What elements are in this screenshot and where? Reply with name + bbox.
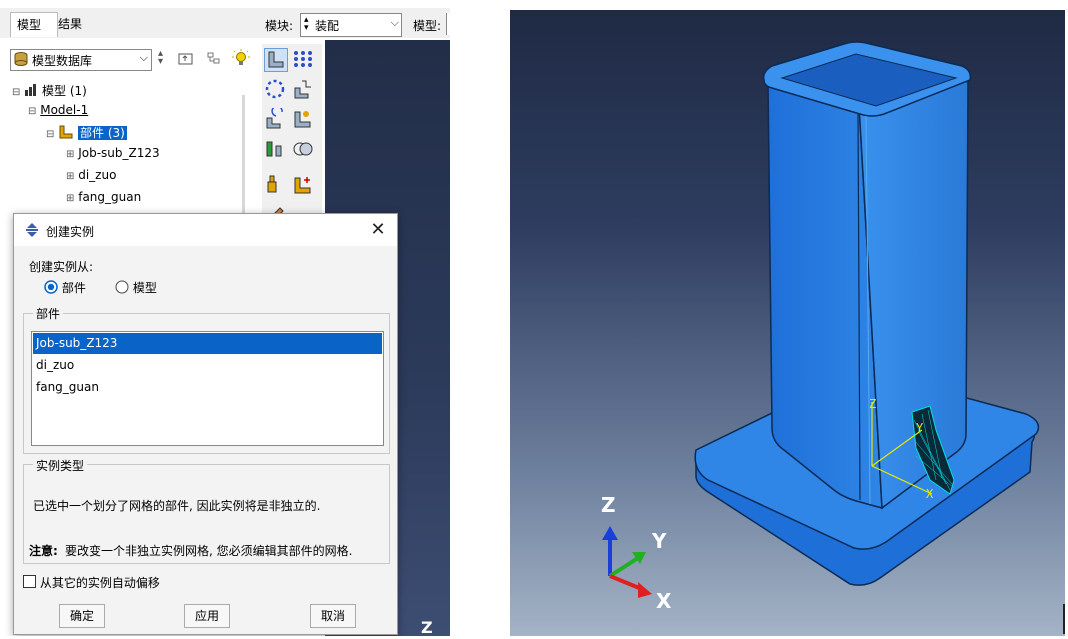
dialog-title-bar[interactable]: 创建实例 ✕	[14, 214, 397, 246]
module-label: 模块:	[265, 19, 294, 33]
tree-root-label: 模型 (1)	[42, 84, 87, 98]
collapse-icon: ⊟	[28, 106, 37, 117]
tree-part-item[interactable]: ⊞ di_zuo	[66, 168, 116, 182]
tree-up-icon[interactable]	[178, 51, 194, 68]
chevron-down-icon: ⌵	[139, 51, 148, 64]
tree-part-label: di_zuo	[78, 168, 117, 182]
tab-model[interactable]: 模型	[10, 12, 58, 37]
instance-part-tool-icon[interactable]	[264, 48, 288, 72]
radio-part-label: 部件	[61, 281, 86, 295]
viewport-right[interactable]: Z Y X Z Y X	[510, 10, 1065, 636]
spin-icon: ▴ ▾	[304, 15, 309, 33]
pattern-tool-icon[interactable]	[292, 48, 314, 70]
expand-icon: ⊞	[66, 171, 75, 182]
close-icon[interactable]: ✕	[367, 219, 389, 241]
tree-model[interactable]: ⊟ Model-1	[28, 103, 88, 117]
boolean-tool-icon[interactable]	[292, 138, 314, 160]
toolbox	[262, 44, 322, 224]
collapse-icon: ⊟	[46, 129, 55, 140]
list-item[interactable]: di_zuo	[33, 355, 382, 376]
part-icon	[58, 125, 74, 139]
database-icon	[14, 52, 28, 66]
triad-y-label: Y	[651, 529, 667, 553]
instance-type-info: 已选中一个划分了网格的部件, 因此实例将是非独立的.	[33, 499, 321, 513]
constraint-tool-icon[interactable]	[264, 174, 286, 196]
triad-z-label: Z	[601, 493, 616, 517]
cancel-button[interactable]: 取消	[310, 604, 356, 628]
parts-group-label: 部件	[33, 305, 64, 322]
radio-unselected-icon	[115, 280, 129, 294]
sort-arrows-icon[interactable]: ▴ ▾	[158, 49, 163, 67]
merge-tool-icon[interactable]	[264, 138, 286, 160]
lightbulb-icon[interactable]	[232, 49, 250, 70]
tree-parts-node[interactable]: ⊟ 部件 (3)	[46, 124, 127, 141]
expand-icon: ⊞	[66, 193, 75, 204]
model-tree-panel: 模型 结果 模块: ▴ ▾ 装配 ⌵ 模型: 模型数据库 ⌵ ▴ ▾ ⊟ 模型 (1…	[0, 0, 450, 636]
tree-filter-icon[interactable]	[206, 51, 222, 68]
radio-model-label: 模型	[132, 281, 157, 295]
tree-root[interactable]: ⊟ 模型 (1)	[12, 82, 87, 99]
model-label: 模型:	[413, 19, 442, 33]
radio-part[interactable]: 部件	[44, 279, 86, 296]
create-from-label: 创建实例从:	[29, 260, 94, 274]
parts-list: Job-sub_Z123 di_zuo fang_guan	[31, 331, 384, 446]
dialog-title: 创建实例	[46, 225, 95, 239]
tab-results[interactable]: 结果	[52, 12, 88, 36]
expand-icon: ⊞	[66, 149, 75, 160]
tree-model-label: Model-1	[40, 103, 89, 117]
module-select[interactable]: ▴ ▾ 装配 ⌵	[300, 13, 402, 37]
model-tree-icon	[24, 84, 38, 96]
tree-part-label: fang_guan	[78, 190, 142, 204]
note-text: 要改变一个非独立实例网格, 您必须编辑其部件的网格.	[65, 544, 353, 558]
auto-offset-checkbox[interactable]: 从其它的实例自动偏移	[23, 574, 160, 591]
note-prefix: 注意:	[29, 544, 58, 558]
radio-model[interactable]: 模型	[115, 279, 157, 296]
tree-part-item[interactable]: ⊞ Job-sub_Z123	[66, 146, 160, 160]
global-axis-triad: Z Y X	[601, 493, 672, 613]
radial-pattern-tool-icon[interactable]	[264, 78, 286, 100]
tree-scrollbar[interactable]	[242, 95, 245, 215]
create-instance-dialog: 创建实例 ✕ 创建实例从: 部件 模型 部件 Job-sub_Z123 di_z…	[13, 213, 398, 635]
dialog-app-icon	[24, 222, 40, 241]
position-tool-icon[interactable]	[292, 108, 314, 130]
window-edge	[1063, 604, 1065, 634]
database-select[interactable]: 模型数据库 ⌵	[10, 49, 152, 71]
module-value: 装配	[315, 19, 340, 33]
part-axis-y-label: Y	[916, 421, 924, 435]
coincident-tool-icon[interactable]	[292, 174, 314, 196]
auto-offset-label: 从其它的实例自动偏移	[39, 576, 160, 590]
list-item[interactable]: fang_guan	[33, 377, 382, 398]
radio-selected-icon	[44, 280, 58, 294]
part-axis-z-label: Z	[869, 397, 876, 411]
assembly-model: Z Y X Z Y X	[601, 41, 1040, 613]
rotate-tool-icon[interactable]	[264, 105, 286, 130]
list-item[interactable]: Job-sub_Z123	[33, 333, 382, 354]
tree-part-label: Job-sub_Z123	[78, 146, 160, 160]
database-select-value: 模型数据库	[32, 54, 93, 68]
chevron-down-icon: ⌵	[390, 16, 399, 29]
ok-button[interactable]: 确定	[59, 604, 105, 628]
instance-type-group-label: 实例类型	[33, 457, 88, 474]
model-select[interactable]	[446, 13, 450, 35]
apply-button[interactable]: 应用	[184, 604, 230, 628]
triad-x-label: X	[656, 589, 672, 613]
axis-z-label: Z	[421, 618, 433, 636]
tree-parts-label: 部件 (3)	[78, 126, 127, 140]
collapse-icon: ⊟	[12, 87, 21, 98]
tree-part-item[interactable]: ⊞ fang_guan	[66, 190, 141, 204]
translate-tool-icon[interactable]	[292, 78, 314, 100]
part-axis-x-label: X	[926, 487, 934, 501]
checkbox-icon	[23, 575, 36, 588]
